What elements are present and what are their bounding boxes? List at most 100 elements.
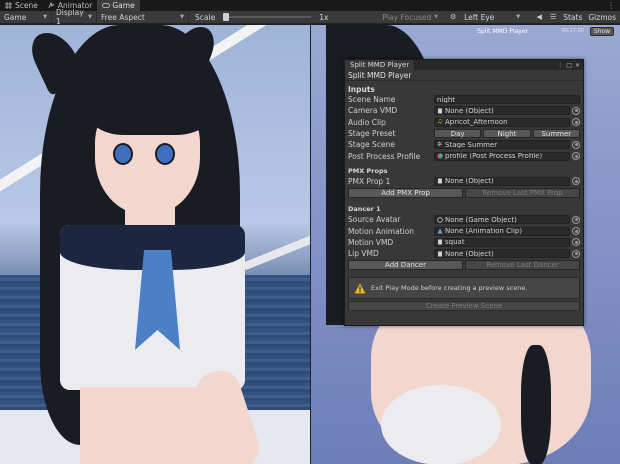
object-picker-icon[interactable] [572, 140, 580, 149]
scale-label: Scale [195, 12, 216, 22]
motion-vmd-label: Motion VMD [348, 237, 394, 247]
stage-scene-field[interactable]: ✲ Stage Summer [434, 140, 570, 150]
vr-headset-icon[interactable]: ⚙ [448, 12, 458, 22]
scene-asset-icon: ✲ [437, 140, 443, 148]
motion-animation-field[interactable]: None (Animation Clip) [434, 226, 570, 236]
gizmos-button[interactable]: Gizmos [585, 13, 620, 22]
scale-slider[interactable] [223, 13, 312, 21]
aspect-dropdown[interactable]: Free Aspect ▼ [97, 10, 189, 24]
object-picker-icon[interactable] [572, 249, 580, 258]
camera-vmd-row: Camera VMD None (Object) [348, 105, 580, 116]
document-icon [437, 108, 443, 114]
scale-value: 1x [319, 12, 329, 22]
audio-clip-row: Audio Clip ♫ Apricot_Afternoon [348, 117, 580, 128]
display-dropdown[interactable]: Display 1 ▼ [52, 8, 97, 26]
audio-clip-value: Apricot_Afternoon [445, 118, 508, 127]
object-picker-icon[interactable] [572, 238, 580, 247]
lip-vmd-label: Lip VMD [348, 249, 379, 259]
object-picker-icon[interactable] [572, 118, 580, 127]
display-value: Display 1 [56, 8, 84, 26]
eye-dropdown[interactable]: Left Eye ▼ [460, 11, 524, 24]
maximize-icon[interactable]: □ [566, 62, 572, 69]
lip-vmd-value: None (Object) [445, 249, 494, 258]
audio-clip-field[interactable]: ♫ Apricot_Afternoon [434, 117, 570, 127]
display-settings-icon[interactable]: ☰ [548, 12, 558, 22]
remove-last-pmx-prop-button[interactable]: Remove Last PMX Prop [465, 188, 580, 199]
remove-last-dancer-button[interactable]: Remove Last Dancer [465, 260, 580, 271]
motion-animation-label: Motion Animation [348, 226, 415, 236]
kebab-menu-icon[interactable]: ⋮ [607, 1, 620, 10]
window-tab-bar: Split MMD Player ⋮ □ ✕ [345, 60, 583, 70]
stage-preset-buttons: Day Night Summer [434, 129, 580, 139]
tab-scene[interactable]: Scene [0, 0, 43, 11]
document-icon [437, 251, 443, 257]
viewport-overlay-title: Split MMD Player [477, 28, 528, 35]
preset-summer-button[interactable]: Summer [532, 129, 580, 139]
motion-animation-value: None (Animation Clip) [445, 227, 523, 236]
hash-icon [5, 2, 12, 9]
scale-slider-knob[interactable] [223, 13, 230, 21]
object-picker-icon[interactable] [572, 106, 580, 115]
display-mode-dropdown[interactable]: Game ▼ [0, 10, 52, 24]
object-picker-icon[interactable] [572, 215, 580, 224]
pmx-buttons: Add PMX Prop Remove Last PMX Prop [348, 188, 580, 199]
scene-name-input[interactable]: night [434, 95, 580, 105]
help-text: Exit Play Mode before creating a preview… [371, 284, 528, 293]
add-dancer-button[interactable]: Add Dancer [348, 260, 463, 271]
pmx-prop1-field[interactable]: None (Object) [434, 176, 570, 186]
game-toolbar: Game ▼ Display 1 ▼ Free Aspect ▼ Scale 1… [0, 8, 620, 26]
tab-game-label: Game [112, 1, 135, 10]
display-mode-value: Game [4, 12, 27, 22]
viewport-overlay-time: 00:17:00 [561, 28, 584, 34]
close-icon[interactable]: ✕ [575, 62, 580, 69]
editor-tab-bar: Scene Animator Game ⋮ [0, 0, 620, 11]
chevron-down-icon: ▼ [434, 14, 439, 20]
game-object-icon [437, 217, 443, 223]
scene-name-value: night [437, 95, 456, 104]
stats-button[interactable]: Stats [560, 13, 585, 22]
preset-night-button[interactable]: Night [483, 129, 531, 139]
document-icon [437, 178, 443, 184]
stage-preset-row: Stage Preset Day Night Summer [348, 128, 580, 139]
chevron-down-icon: ▼ [88, 14, 92, 20]
motion-vmd-row: Motion VMD squat [348, 237, 580, 248]
tab-game[interactable]: Game [97, 0, 140, 11]
window-body: Inputs Scene Name night Camera VMD None … [345, 81, 583, 312]
pmx-prop1-row: PMX Prop 1 None (Object) [348, 176, 580, 187]
white-railing-lower [242, 217, 310, 271]
window-header: Split MMD Player [345, 70, 583, 81]
source-avatar-value: None (Game Object) [445, 215, 517, 224]
dancer-section-label: Dancer 1 [348, 205, 381, 214]
split-mmd-player-window: Split MMD Player ⋮ □ ✕ Split MMD Player … [344, 59, 584, 326]
preset-day-button[interactable]: Day [434, 129, 482, 139]
motion-vmd-field[interactable]: squat [434, 237, 570, 247]
motion-animation-row: Motion Animation None (Animation Clip) [348, 225, 580, 236]
camera-vmd-field[interactable]: None (Object) [434, 106, 570, 116]
show-button[interactable]: Show [590, 27, 614, 36]
window-tab[interactable]: Split MMD Player [345, 60, 416, 70]
game-view-left-eye[interactable] [0, 25, 310, 464]
create-preview-scene-button[interactable]: Create Preview Scene [348, 301, 580, 312]
kebab-menu-icon[interactable]: ⋮ [557, 62, 563, 69]
source-avatar-label: Source Avatar [348, 215, 401, 225]
play-focused-label: Play Focused [382, 12, 432, 22]
add-pmx-prop-button[interactable]: Add PMX Prop [348, 188, 463, 199]
scene-name-row: Scene Name night [348, 94, 580, 105]
object-picker-icon[interactable] [572, 177, 580, 186]
play-focused-dropdown[interactable]: Play Focused ▼ [374, 13, 446, 22]
audio-clip-label: Audio Clip [348, 117, 386, 127]
inputs-section-label: Inputs [348, 84, 375, 94]
source-avatar-field[interactable]: None (Game Object) [434, 215, 570, 225]
mute-audio-icon[interactable]: ◀ [534, 12, 544, 22]
post-process-field[interactable]: profile (Post Process Profile) [434, 151, 570, 161]
chevron-down-icon: ▼ [43, 14, 47, 20]
chevron-down-icon: ▼ [180, 14, 184, 20]
eye-right [155, 143, 175, 165]
eye-value: Left Eye [464, 12, 495, 22]
eye-left [113, 143, 133, 165]
animator-icon [48, 1, 55, 9]
object-picker-icon[interactable] [572, 227, 580, 236]
object-picker-icon[interactable] [572, 152, 580, 161]
motion-vmd-value: squat [445, 238, 465, 247]
lip-vmd-field[interactable]: None (Object) [434, 249, 570, 259]
